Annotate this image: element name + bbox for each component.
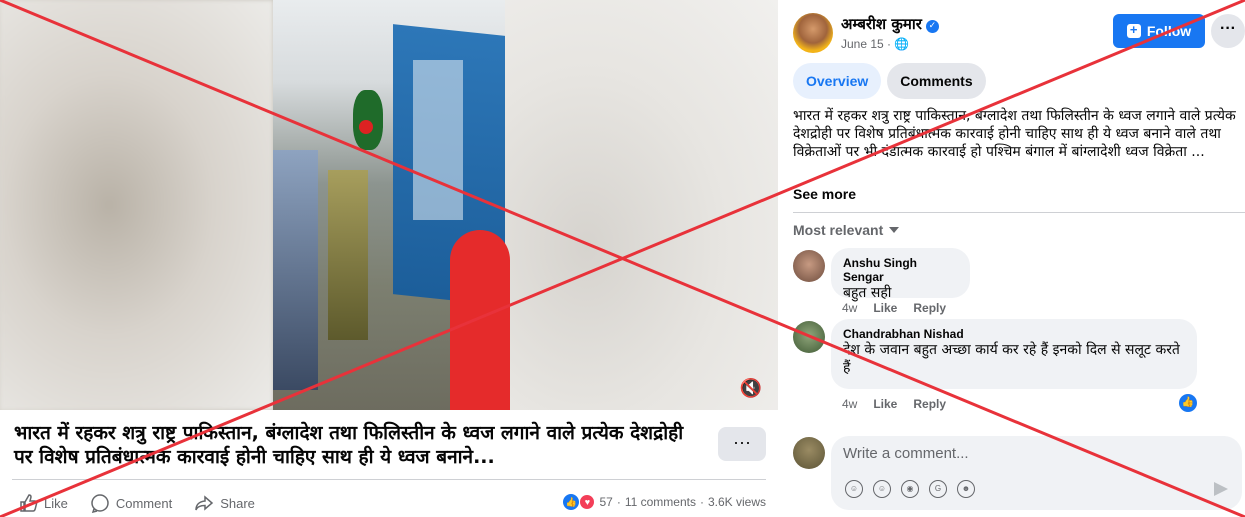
post-date[interactable]: June 15 · 🌐 xyxy=(841,37,909,51)
comment-reply-button[interactable]: Reply xyxy=(913,397,946,411)
camera-icon[interactable]: ◉ xyxy=(901,480,919,498)
panel-divider xyxy=(793,212,1245,213)
author-name[interactable]: अम्बरीश कुमार ✓ xyxy=(841,14,939,34)
comment-composer[interactable]: Write a comment... ☺ ☺ ◉ G ☻ xyxy=(831,436,1242,510)
see-more-link[interactable]: See more xyxy=(793,186,856,202)
reaction-count[interactable]: 57 xyxy=(599,495,612,509)
comment-meta: 4w Like Reply xyxy=(842,301,946,315)
comment-sort-dropdown[interactable]: Most relevant xyxy=(793,222,900,238)
comment-bubble: Chandrabhan Nishad देश के जवान बहुत अच्छ… xyxy=(831,319,1197,389)
video-player[interactable]: 🔇 xyxy=(0,0,778,410)
gif-icon[interactable]: G xyxy=(929,480,947,498)
truck-panel xyxy=(413,60,463,220)
facebook-post-view: 🔇 भारत में रहकर शत्रु राष्ट्र पाकिस्तान,… xyxy=(0,0,1245,517)
commenter-name[interactable]: Chandrabhan Nishad xyxy=(843,327,1185,341)
comment-input[interactable]: Write a comment... xyxy=(843,445,969,462)
stats-separator: · xyxy=(616,495,621,509)
share-button[interactable]: Share xyxy=(194,493,255,513)
post-side-panel: अम्बरीश कुमार✓ June 15 · 🌐 Follow ··· Ov… xyxy=(778,0,1245,517)
commenter-avatar[interactable] xyxy=(793,250,825,282)
avatar-sticker-icon[interactable]: ☺ xyxy=(845,480,863,498)
send-icon[interactable] xyxy=(1214,482,1228,496)
comment-button[interactable]: Comment xyxy=(90,493,172,513)
follow-plus-icon xyxy=(1126,22,1141,38)
globe-icon: 🌐 xyxy=(894,37,910,51)
view-count: 3.6K views xyxy=(707,495,766,509)
post-stats: 👍 ♥ 57 · 11 comments · 3.6K views xyxy=(563,494,766,510)
comment-like-reaction-icon[interactable]: 👍 xyxy=(1179,394,1197,412)
comment-time[interactable]: 4w xyxy=(842,397,857,411)
stats-separator: · xyxy=(699,495,704,509)
commenter-name[interactable]: Anshu Singh Sengar xyxy=(843,256,958,284)
tab-overview[interactable]: Overview xyxy=(793,63,882,99)
post-caption: भारत में रहकर शत्रु राष्ट्र पाकिस्तान, ब… xyxy=(14,422,684,468)
volume-muted-icon[interactable]: 🔇 xyxy=(738,376,764,400)
sticker-icon[interactable]: ☻ xyxy=(957,480,975,498)
like-reaction-icon[interactable]: 👍 xyxy=(563,494,580,510)
flag-dot xyxy=(359,120,373,134)
comment-meta: 4w Like Reply xyxy=(842,397,946,411)
comment-icon xyxy=(91,494,109,513)
chevron-down-icon xyxy=(889,227,900,233)
comment-time[interactable]: 4w xyxy=(842,301,857,315)
panel-more-button[interactable]: ··· xyxy=(1211,14,1245,48)
love-reaction-icon[interactable]: ♥ xyxy=(579,494,596,510)
share-label: Share xyxy=(220,495,255,511)
like-button[interactable]: Like xyxy=(18,493,68,513)
comment-label: Comment xyxy=(115,495,173,511)
comment-bubble: Anshu Singh Sengar बहुत सही xyxy=(831,248,970,301)
thumbs-up-icon xyxy=(20,494,38,512)
panel-tabs: Overview Comments xyxy=(793,63,986,99)
comment-text: देश के जवान बहुत अच्छा कार्य कर रहे हैं … xyxy=(843,342,1180,376)
current-user-avatar[interactable] xyxy=(793,437,825,469)
comment-reply-button[interactable]: Reply xyxy=(913,301,946,315)
composer-tools: ☺ ☺ ◉ G ☻ xyxy=(845,480,975,498)
red-figure-shape xyxy=(450,230,510,410)
author-avatar[interactable] xyxy=(793,13,833,53)
comment-text: बहुत सही xyxy=(843,285,892,301)
verified-badge-icon: ✓ xyxy=(925,20,939,33)
commenter-avatar[interactable] xyxy=(793,321,825,353)
soldier-shape xyxy=(328,170,368,340)
comment-like-button[interactable]: Like xyxy=(873,301,897,315)
comment-count[interactable]: 11 comments xyxy=(625,495,696,509)
post-body-text: भारत में रहकर शत्रु राष्ट्र पाकिस्तान, ब… xyxy=(793,108,1236,160)
comment-like-button[interactable]: Like xyxy=(873,397,897,411)
video-blur-left xyxy=(0,0,273,410)
person-shape xyxy=(273,150,318,390)
post-actions: Like Comment Share xyxy=(18,490,255,516)
share-icon xyxy=(195,495,214,511)
emoji-icon[interactable]: ☺ xyxy=(873,480,891,498)
actions-divider xyxy=(12,479,766,480)
video-blur-right xyxy=(505,0,778,410)
tab-comments[interactable]: Comments xyxy=(887,63,986,99)
post-more-button[interactable]: ··· xyxy=(718,427,766,461)
follow-button[interactable]: Follow xyxy=(1113,14,1205,48)
like-label: Like xyxy=(44,495,68,511)
